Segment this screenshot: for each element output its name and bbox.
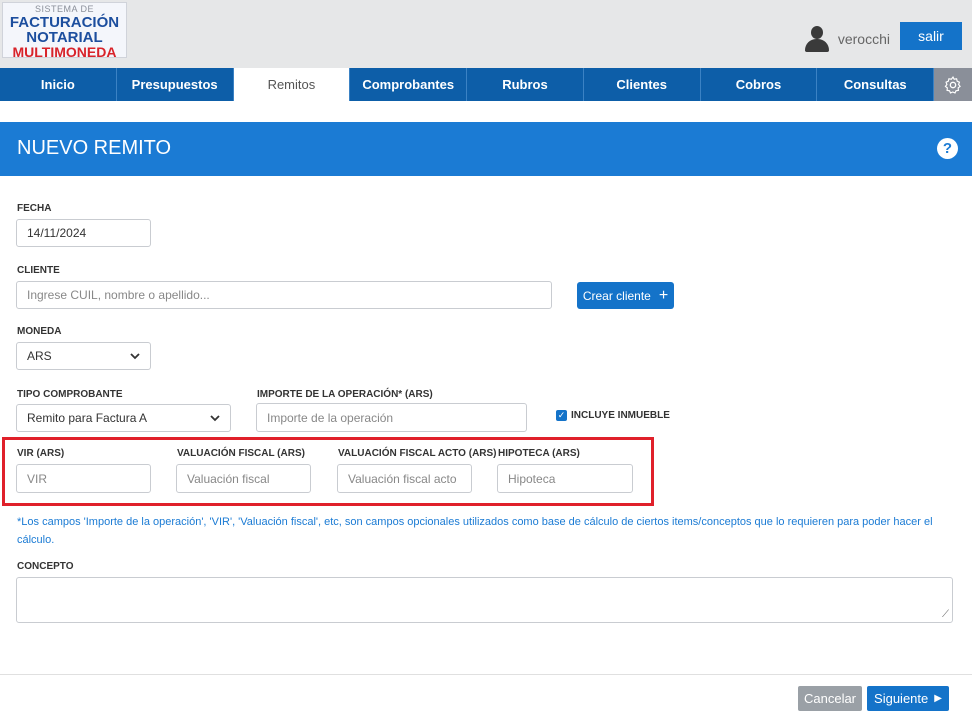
vir-input[interactable]: VIR (16, 464, 151, 493)
optional-fields-note: *Los campos 'Importe de la operación', '… (17, 516, 933, 546)
fecha-label: FECHA (17, 203, 52, 214)
cliente-placeholder: Ingrese CUIL, nombre o apellido... (27, 288, 210, 302)
concepto-label: CONCEPTO (17, 561, 74, 572)
valuacion-fiscal-input[interactable]: Valuación fiscal (176, 464, 311, 493)
footer-divider (0, 674, 972, 675)
nav-tab-remitos[interactable]: Remitos (233, 68, 351, 101)
logo-line-3: NOTARIAL (26, 29, 103, 46)
hipoteca-input[interactable]: Hipoteca (497, 464, 633, 493)
user-icon (804, 26, 830, 52)
vir-placeholder: VIR (27, 471, 48, 486)
valuacion-fiscal-acto-placeholder: Valuación fiscal acto (348, 471, 457, 486)
next-button[interactable]: Siguiente ▶ (867, 686, 949, 711)
settings-button[interactable] (934, 68, 972, 101)
cancel-button[interactable]: Cancelar (798, 686, 862, 711)
panel-header: NUEVO REMITO ? (0, 122, 972, 176)
moneda-value: ARS (27, 349, 52, 363)
tipo-comprobante-value: Remito para Factura A (27, 411, 148, 425)
cliente-search-input[interactable]: Ingrese CUIL, nombre o apellido... (16, 281, 552, 309)
logo-line-1: SISTEMA DE (34, 4, 94, 14)
hipoteca-label: HIPOTECA (ARS) (498, 448, 580, 459)
valuacion-fiscal-label: VALUACIÓN FISCAL (ARS) (177, 448, 305, 459)
hipoteca-placeholder: Hipoteca (508, 471, 556, 486)
tipo-comprobante-select[interactable]: Remito para Factura A (16, 404, 231, 432)
plus-icon: + (658, 286, 669, 304)
nav-tab-consultas[interactable]: Consultas (817, 68, 935, 101)
moneda-label: MONEDA (17, 326, 62, 337)
page-title: NUEVO REMITO (17, 137, 172, 159)
importe-label: IMPORTE DE LA OPERACIÓN* (ARS) (257, 389, 433, 400)
vir-label: VIR (ARS) (17, 448, 65, 459)
nav-tab-comprobantes[interactable]: Comprobantes (350, 68, 468, 101)
tipo-comprobante-label: TIPO COMPROBANTE (17, 389, 123, 400)
next-label: Siguiente (874, 691, 929, 706)
resize-handle-icon[interactable]: ⟋ (942, 609, 949, 620)
user-name: verocchi (837, 31, 890, 47)
gear-icon (944, 75, 961, 94)
nav-tab-presupuestos[interactable]: Presupuestos (117, 68, 234, 101)
nav-tab-inicio[interactable]: Inicio (0, 68, 117, 101)
nav-tab-clientes[interactable]: Clientes (584, 68, 701, 101)
logo-line-2: FACTURACIÓN (9, 14, 120, 31)
crear-cliente-label: Crear cliente (582, 288, 651, 303)
logout-button[interactable]: salir (900, 22, 962, 50)
app-logo: SISTEMA DE FACTURACIÓN NOTARIAL MULTIMON… (2, 2, 127, 60)
logo-line-4: MULTIMONEDA (12, 44, 117, 60)
caret-right-icon: ▶ (934, 693, 942, 704)
nav-tab-cobros[interactable]: Cobros (701, 68, 818, 101)
cliente-label: CLIENTE (17, 265, 60, 276)
crear-cliente-button[interactable]: Crear cliente + (577, 282, 674, 309)
importe-input[interactable]: Importe de la operación (256, 403, 527, 432)
valuacion-fiscal-acto-input[interactable]: Valuación fiscal acto (337, 464, 472, 493)
valuacion-fiscal-acto-label: VALUACIÓN FISCAL ACTO (ARS) (338, 448, 497, 459)
fecha-input[interactable]: 14/11/2024 (16, 219, 151, 247)
importe-placeholder: Importe de la operación (267, 410, 394, 425)
incluye-inmueble-label: INCLUYE INMUEBLE (571, 410, 670, 421)
question-circle-icon[interactable]: ? (937, 138, 958, 159)
chevron-down-icon (130, 353, 140, 360)
main-nav: Inicio Presupuestos Remitos Comprobantes… (0, 68, 972, 101)
moneda-select[interactable]: ARS (16, 342, 151, 370)
top-bar: SISTEMA DE FACTURACIÓN NOTARIAL MULTIMON… (0, 0, 972, 68)
concepto-textarea[interactable]: ⟋ (16, 577, 953, 623)
user-info: verocchi (804, 26, 890, 52)
valuacion-fiscal-placeholder: Valuación fiscal (187, 471, 270, 486)
chevron-down-icon (210, 415, 220, 422)
incluye-inmueble-checkbox[interactable]: ✓ (556, 410, 567, 421)
fecha-value: 14/11/2024 (27, 226, 87, 240)
nav-tab-rubros[interactable]: Rubros (467, 68, 584, 101)
